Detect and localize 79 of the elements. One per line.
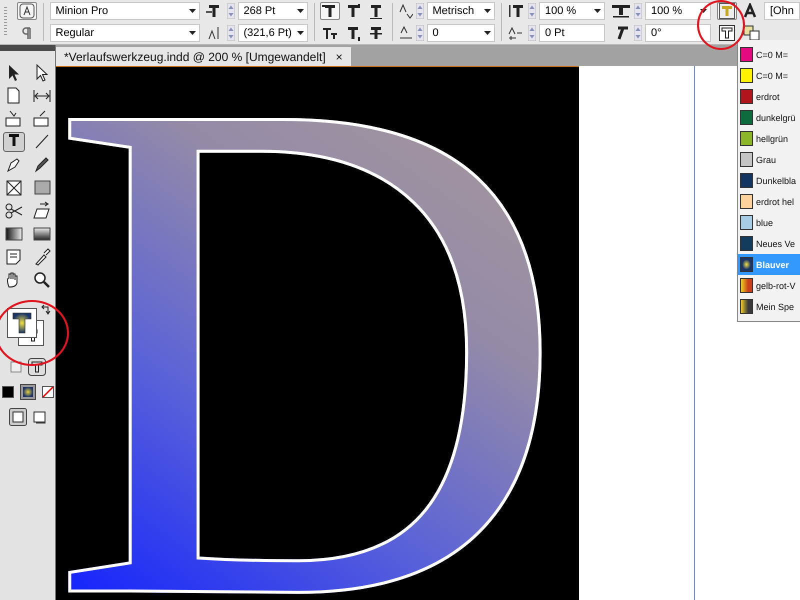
swatch-item[interactable]: Mein Spe — [738, 296, 800, 317]
character-mode-icon — [19, 3, 35, 19]
baseline-shift-field[interactable]: 0 Pt — [539, 24, 605, 42]
stepper-icon — [226, 25, 234, 41]
normal-view-icon[interactable] — [8, 408, 26, 426]
small-caps-icon — [322, 25, 338, 41]
stepper-icon — [528, 3, 536, 19]
skew-field[interactable]: 0° — [645, 24, 711, 42]
caret-icon — [484, 9, 490, 13]
caret-icon — [484, 31, 490, 35]
document-tab[interactable]: *Verlaufswerkzeug.indd @ 200 % [Umgewandelt] × — [56, 47, 351, 66]
baseline-shift-icon — [507, 25, 525, 41]
caret-icon — [188, 31, 196, 35]
kerning-dropdown[interactable]: Metrisch — [426, 2, 494, 20]
stepper-icon — [416, 25, 424, 41]
vertical-scale-icon — [507, 3, 525, 19]
swatch-item[interactable]: Dunkelbla — [738, 170, 800, 191]
swatch-item[interactable]: C=0 M= — [738, 65, 800, 86]
swatch-item[interactable]: Neues Ve — [738, 233, 800, 254]
free-transform-tool[interactable] — [30, 201, 52, 221]
caret-icon — [296, 9, 304, 13]
stepper-icon — [634, 25, 642, 41]
highlight-circle — [0, 300, 69, 366]
screen-mode-icon[interactable] — [32, 410, 46, 424]
scissors-tool[interactable] — [2, 201, 24, 221]
note-icon — [4, 247, 24, 267]
caret-icon — [188, 9, 196, 13]
all-caps-icon — [322, 3, 338, 19]
swatch-item[interactable]: hellgrün — [738, 128, 800, 149]
grip-handle[interactable] — [4, 7, 7, 37]
solid-fill-icon[interactable] — [2, 386, 14, 398]
container-formatting-icon — [719, 25, 735, 41]
swatch-item[interactable]: erdrot hel — [738, 191, 800, 212]
swatch-item[interactable]: C=0 M= — [738, 44, 800, 65]
text-format-icon[interactable] — [28, 358, 46, 376]
frame-icon — [4, 178, 24, 198]
font-family-dropdown[interactable]: Minion Pro — [50, 2, 200, 20]
kerning-icon — [398, 3, 412, 19]
container-format-icon[interactable] — [10, 361, 22, 373]
stepper-icon — [416, 3, 424, 19]
gradient-fill-icon[interactable] — [20, 384, 36, 400]
swatch-item[interactable]: erdrot — [738, 86, 800, 107]
text-formatting-icon — [719, 3, 735, 19]
font-size-field[interactable]: 268 Pt — [238, 2, 308, 20]
text-formatting-button[interactable] — [717, 2, 737, 20]
stepper-icon — [226, 3, 234, 19]
document-title: *Verlaufswerkzeug.indd @ 200 % [Umgewandelt] — [64, 50, 326, 64]
subscript-icon — [345, 25, 361, 41]
strikethrough-icon — [368, 25, 384, 41]
tracking-icon — [398, 25, 412, 41]
swap-formatting-icon — [743, 25, 761, 41]
none-fill-icon[interactable] — [42, 386, 54, 398]
font-style-dropdown[interactable]: Regular — [50, 24, 200, 42]
caret-icon — [296, 31, 304, 35]
stepper-icon — [528, 25, 536, 41]
tracking-dropdown[interactable]: 0 — [426, 24, 494, 42]
superscript-icon — [345, 3, 361, 19]
search-icon — [32, 270, 52, 290]
free-transform-icon — [32, 201, 52, 221]
horizontal-scale-field[interactable]: 100 % — [645, 2, 711, 20]
stepper-icon — [634, 3, 642, 19]
highlight-circle — [697, 0, 745, 50]
swatch-item[interactable]: dunkelgrü — [738, 107, 800, 128]
swatch-item[interactable]: Grau — [738, 149, 800, 170]
caret-icon — [594, 9, 601, 13]
swatch-item[interactable]: gelb-rot-V — [738, 275, 800, 296]
leading-field[interactable]: (321,6 Pt) — [238, 24, 308, 42]
character-mode-button[interactable] — [17, 2, 37, 20]
swap-arrows-icon[interactable] — [40, 304, 52, 316]
character-style-field[interactable]: [Ohn — [764, 2, 800, 20]
container-formatting-button[interactable] — [717, 24, 737, 42]
scissors-icon — [4, 201, 24, 221]
caret-icon — [700, 9, 707, 13]
swatch-item[interactable]: blue — [738, 212, 800, 233]
vertical-scale-field[interactable]: 100 % — [539, 2, 605, 20]
horizontal-scale-icon — [611, 3, 631, 19]
underline-icon — [368, 3, 384, 19]
all-caps-button[interactable] — [320, 2, 340, 20]
close-icon[interactable]: × — [336, 50, 343, 64]
